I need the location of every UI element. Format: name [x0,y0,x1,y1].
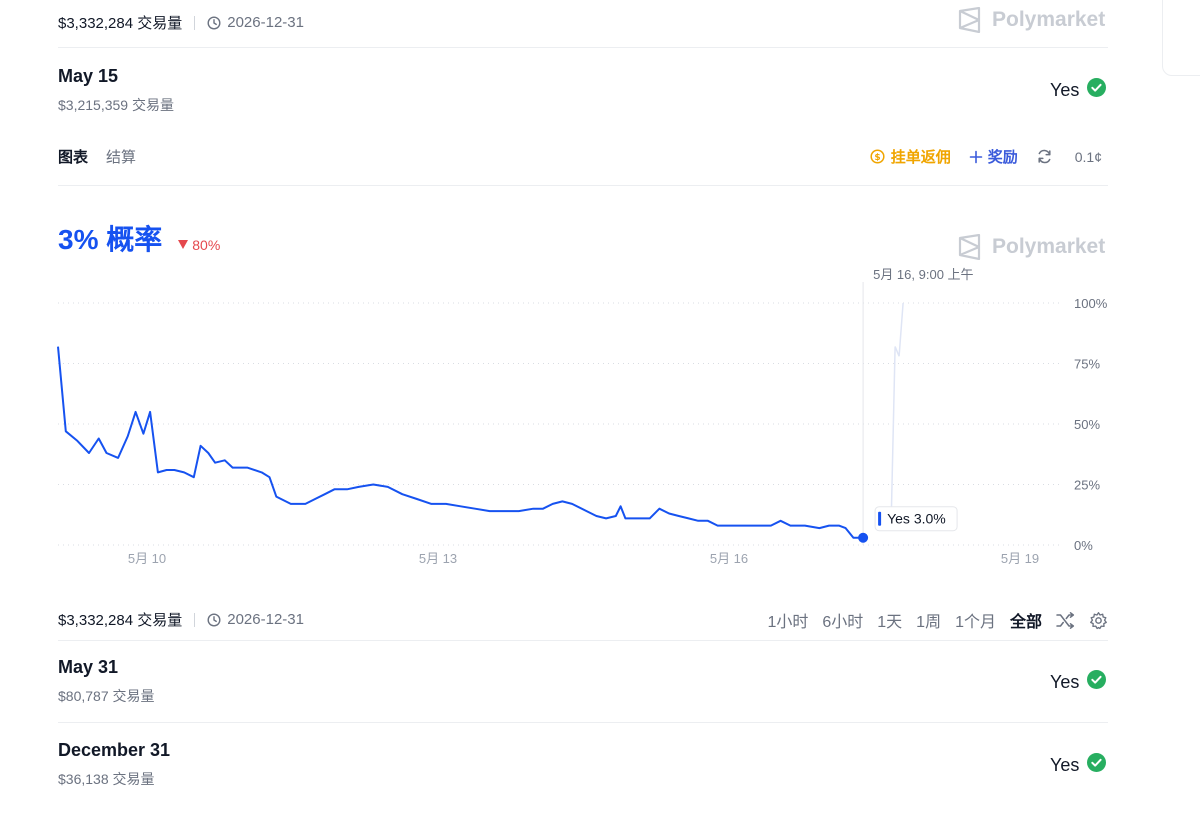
x-tick-label: 5月 13 [419,551,457,566]
tab-resolution[interactable]: 结算 [106,146,136,167]
probability-change: 80% [178,237,220,253]
maker-rebate-button[interactable]: $ 挂单返佣 [870,146,951,167]
probability-value: 3% 概率 [58,224,163,255]
rewards-button[interactable]: 奖励 [969,146,1018,167]
polymarket-logo: Polymarket [958,7,1105,33]
divider [58,185,1108,186]
tooltip-label: Yes 3.0% [887,511,946,527]
range-1d[interactable]: 1天 [877,608,902,632]
market-title: May 31 [58,657,119,677]
shuffle-button[interactable] [1056,611,1075,629]
market-row-december-31[interactable]: December 31 $36,138 交易量 [58,740,170,789]
plus-icon [969,150,983,163]
chart-toolbar: $ 挂单返佣 奖励 0.1¢ [870,146,1102,167]
range-1m[interactable]: 1个月 [955,608,996,632]
probability-change-value: 80% [192,236,221,253]
future-projection-line [890,302,904,526]
meta-divider [194,612,196,627]
divider [58,722,1108,723]
clock-icon [207,612,221,627]
market-volume: $3,215,359 交易量 [58,97,174,113]
polymarket-logo-text: Polymarket [992,235,1106,258]
y-tick-label: 100% [1074,296,1108,311]
bottom-meta-row: $3,332,284 交易量 2026-12-31 [58,609,304,630]
tooltip-badge: Yes 3.0% [874,506,958,532]
chart-tabs: 图表 结算 [58,146,154,167]
bottom-end-date: 2026-12-31 [227,611,304,628]
y-tick-label: 0% [1074,538,1093,553]
outcome-label: Yes [1050,671,1080,692]
check-circle-icon [1087,78,1107,102]
coin-icon: $ [870,149,885,164]
polymarket-logo-icon [958,234,981,260]
range-6h[interactable]: 6小时 [822,608,863,632]
x-tick-label: 5月 19 [1001,551,1039,566]
tick-size[interactable]: 0.1¢ [1075,149,1102,165]
chart-settings-button[interactable] [1089,611,1108,630]
market-row-may-31[interactable]: May 31 $80,787 交易量 [58,657,155,706]
rewards-label: 奖励 [987,149,1018,166]
market-row-may-15[interactable]: May 15 $3,215,359 交易量 [58,66,174,115]
polymarket-logo-text: Polymarket [992,8,1106,31]
series-line-yes [57,346,864,539]
side-panel-edge [1162,0,1200,76]
range-1w[interactable]: 1周 [916,608,941,632]
time-range-selector: 1小时 6小时 1天 1周 1个月 全部 [753,608,1108,632]
tooltip-date: 5月 16, 9:00 上午 [873,267,973,282]
range-all[interactable]: 全部 [1010,608,1042,632]
probability-chart[interactable]: 100% 75% 50% 25% 0% 5月 10 5月 13 5月 16 5月 19 5月 … [0,260,1200,590]
check-circle-icon [1087,753,1107,777]
outcome-label: Yes [1050,79,1080,100]
triangle-down-icon [178,240,189,249]
x-tick-label: 5月 10 [128,551,166,566]
probability-headline: 3% 概率 80% [58,218,220,258]
market-outcome: Yes [1050,670,1107,694]
shuffle-icon [1056,611,1075,629]
top-volume: $3,332,284 交易量 [58,15,183,32]
tab-chart[interactable]: 图表 [58,146,88,167]
check-circle-icon [1087,670,1107,694]
market-title: May 15 [58,66,119,86]
divider [58,47,1108,48]
series-end-point [858,532,869,543]
gear-icon [1090,611,1107,629]
market-outcome: Yes [1050,78,1107,102]
maker-rebate-label: 挂单返佣 [890,149,951,166]
range-1h[interactable]: 1小时 [767,608,808,632]
y-tick-label: 50% [1074,417,1100,432]
market-volume: $36,138 交易量 [58,771,155,787]
divider [58,640,1108,641]
top-end-date: 2026-12-31 [227,14,304,31]
top-meta-row: $3,332,284 交易量 2026-12-31 [58,12,304,33]
market-title: December 31 [58,740,171,760]
refresh-icon [1038,149,1051,164]
polymarket-logo-icon [958,7,981,33]
market-outcome: Yes [1050,753,1107,777]
clock-icon [207,15,221,30]
market-volume: $80,787 交易量 [58,688,155,704]
y-tick-label: 75% [1074,357,1100,372]
refresh-button[interactable] [1036,148,1053,165]
x-tick-label: 5月 16 [710,551,748,566]
svg-text:$: $ [874,153,880,163]
meta-divider [194,15,196,30]
y-tick-label: 25% [1074,478,1100,493]
polymarket-chart-watermark: Polymarket [958,234,1105,260]
outcome-label: Yes [1050,754,1080,775]
bottom-volume: $3,332,284 交易量 [58,612,183,629]
